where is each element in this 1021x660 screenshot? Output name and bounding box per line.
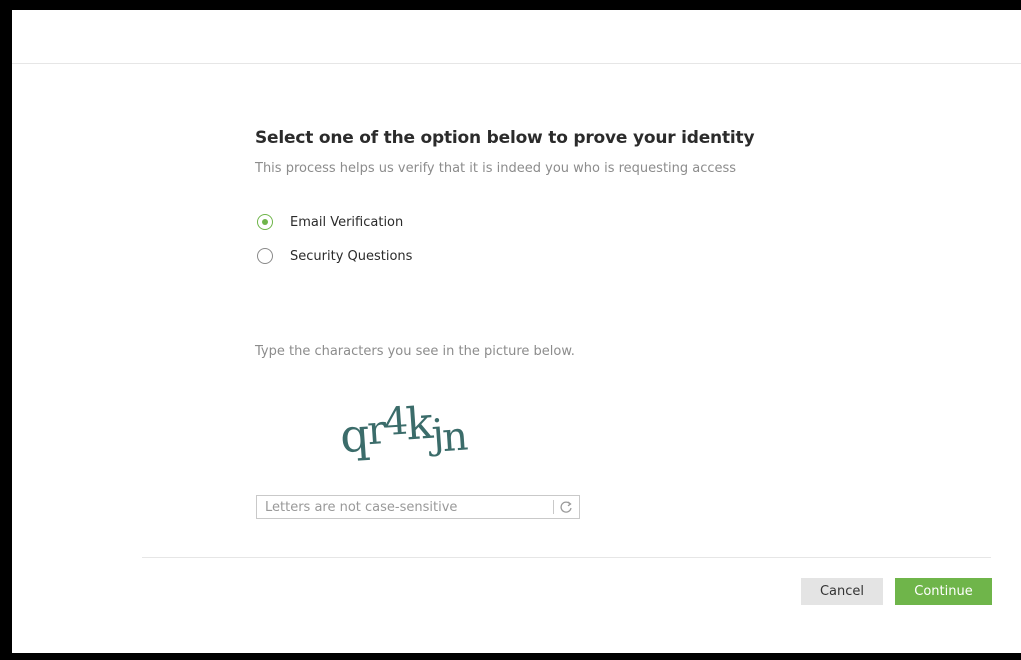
input-separator [553,500,554,514]
option-label: Security Questions [290,248,413,264]
continue-button[interactable]: Continue [895,578,992,605]
page-subtitle: This process helps us verify that it is … [255,161,737,176]
captcha-char: n [441,413,469,461]
page-title: Select one of the option below to prove … [255,128,755,148]
captcha-text: qr4kjn [338,394,469,467]
header-divider [12,63,1021,64]
captcha-input[interactable] [257,499,553,515]
option-security-questions[interactable]: Security Questions [257,248,412,264]
footer-divider [142,557,991,558]
captcha-image: qr4kjn [338,394,469,467]
email-verification-radio[interactable] [257,214,273,230]
option-label: Email Verification [290,214,404,230]
security-questions-radio[interactable] [257,248,273,264]
identity-verification-panel: Select one of the option below to prove … [12,10,1021,653]
refresh-icon[interactable] [559,500,573,514]
captcha-input-container [256,495,580,519]
option-email-verification[interactable]: Email Verification [257,214,403,230]
captcha-prompt: Type the characters you see in the pictu… [255,344,575,359]
cancel-button[interactable]: Cancel [801,578,883,605]
